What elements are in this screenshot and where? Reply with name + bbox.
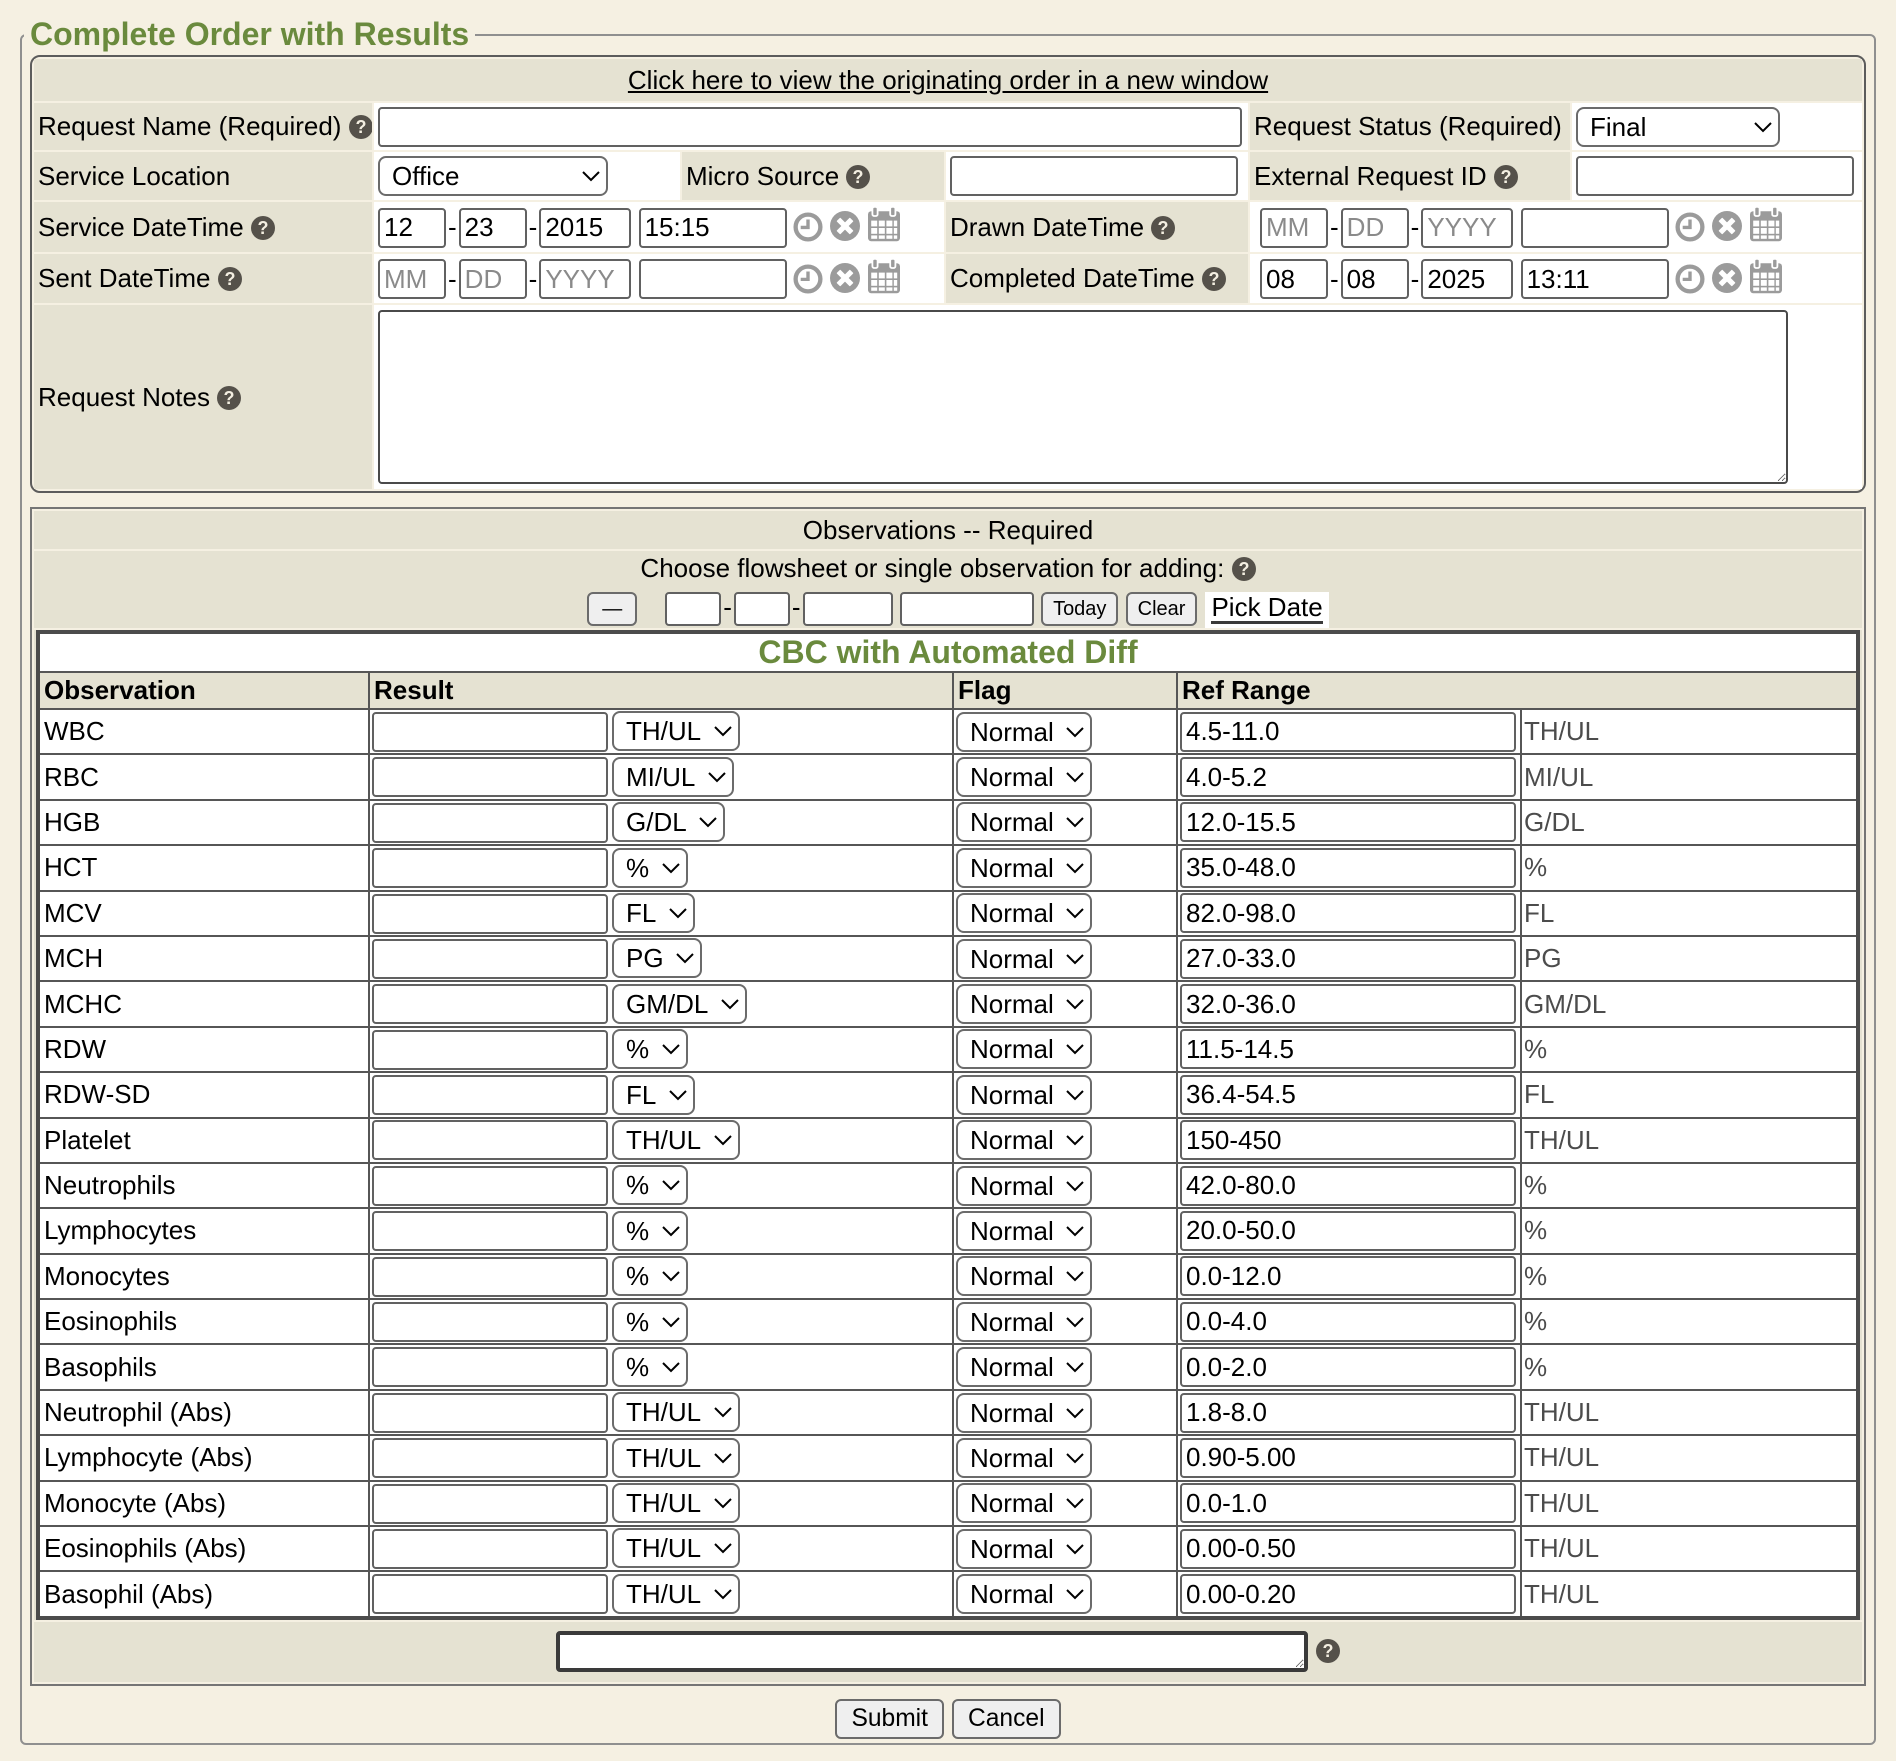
svg-text:?: ?	[224, 269, 235, 289]
svg-text:?: ?	[853, 167, 864, 187]
svg-text:?: ?	[1238, 559, 1249, 579]
svg-text:?: ?	[1208, 269, 1219, 289]
svg-text:?: ?	[355, 117, 366, 137]
svg-text:?: ?	[224, 388, 235, 408]
svg-text:?: ?	[1158, 218, 1169, 238]
svg-text:?: ?	[1322, 1641, 1333, 1661]
svg-text:?: ?	[1500, 167, 1511, 187]
svg-text:?: ?	[257, 218, 268, 238]
